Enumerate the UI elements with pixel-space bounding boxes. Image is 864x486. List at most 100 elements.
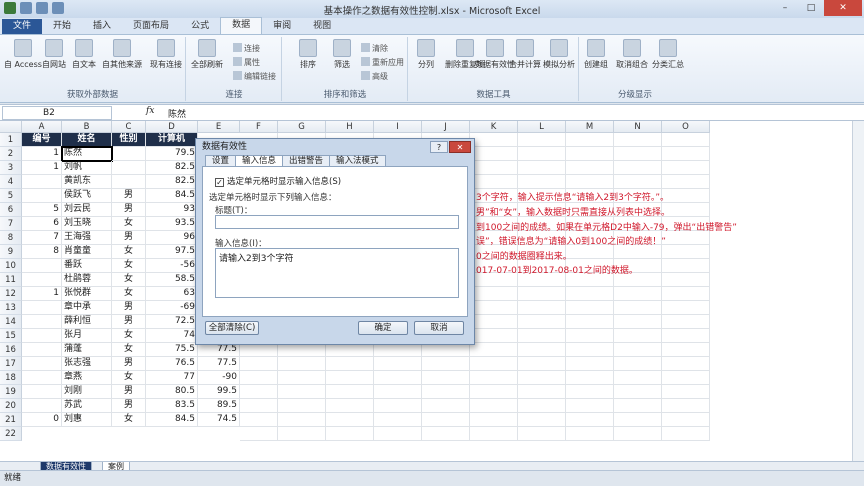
empty-cell[interactable]: [518, 371, 566, 385]
row-header[interactable]: 20: [0, 399, 22, 413]
subtotal-button[interactable]: 分类汇总: [652, 39, 684, 70]
empty-cell[interactable]: [470, 315, 518, 329]
header-cell[interactable]: 编号: [22, 133, 62, 147]
empty-cell[interactable]: [470, 133, 518, 147]
vertical-scrollbar[interactable]: [852, 121, 864, 461]
header-cell[interactable]: 姓名: [62, 133, 112, 147]
cell-id[interactable]: 1: [22, 147, 62, 161]
connections-button[interactable]: 连接: [233, 43, 260, 54]
empty-cell[interactable]: [566, 357, 614, 371]
empty-cell[interactable]: [566, 315, 614, 329]
empty-cell[interactable]: [518, 413, 566, 427]
empty-cell[interactable]: [662, 427, 710, 441]
cell-name[interactable]: 刘玉晓: [62, 217, 112, 231]
empty-cell[interactable]: [470, 385, 518, 399]
cell-id[interactable]: [22, 315, 62, 329]
empty-cell[interactable]: [566, 245, 614, 259]
cell-score[interactable]: 82.5: [146, 161, 198, 175]
close-button[interactable]: ✕: [824, 0, 862, 16]
empty-cell[interactable]: [662, 399, 710, 413]
cell-score[interactable]: 83.5: [146, 399, 198, 413]
empty-cell[interactable]: [374, 371, 422, 385]
cell-score[interactable]: 77: [146, 371, 198, 385]
cell-id[interactable]: 5: [22, 203, 62, 217]
empty-cell[interactable]: [566, 161, 614, 175]
empty-cell[interactable]: [470, 287, 518, 301]
empty-cell[interactable]: [566, 343, 614, 357]
column-header[interactable]: N: [614, 121, 662, 133]
cell-name[interactable]: 刘刚: [62, 385, 112, 399]
empty-cell[interactable]: [470, 175, 518, 189]
empty-cell[interactable]: [614, 301, 662, 315]
empty-cell[interactable]: [662, 371, 710, 385]
row-header[interactable]: 11: [0, 273, 22, 287]
tab-review[interactable]: 审阅: [262, 19, 302, 34]
empty-cell[interactable]: [326, 371, 374, 385]
empty-cell[interactable]: [518, 329, 566, 343]
empty-cell[interactable]: [518, 315, 566, 329]
cell-sex[interactable]: 女: [112, 273, 146, 287]
column-header[interactable]: O: [662, 121, 710, 133]
cell-name[interactable]: 肖童童: [62, 245, 112, 259]
cell-sex[interactable]: 女: [112, 343, 146, 357]
cell-sex[interactable]: 男: [112, 189, 146, 203]
cell-name[interactable]: 张悦群: [62, 287, 112, 301]
empty-cell[interactable]: [614, 287, 662, 301]
cell-score[interactable]: 93: [146, 203, 198, 217]
empty-cell[interactable]: [326, 413, 374, 427]
empty-cell[interactable]: [662, 301, 710, 315]
empty-cell[interactable]: [278, 413, 326, 427]
empty-cell[interactable]: [662, 231, 710, 245]
column-header[interactable]: A: [22, 121, 62, 133]
empty-cell[interactable]: [662, 413, 710, 427]
row-header[interactable]: 18: [0, 371, 22, 385]
empty-cell[interactable]: [374, 413, 422, 427]
cell-id[interactable]: [22, 357, 62, 371]
what-if-analysis-button[interactable]: 模拟分析: [543, 39, 575, 70]
empty-cell[interactable]: [566, 385, 614, 399]
empty-cell[interactable]: [422, 385, 470, 399]
minimize-button[interactable]: –: [772, 0, 798, 16]
empty-cell[interactable]: [566, 287, 614, 301]
empty-cell[interactable]: [422, 399, 470, 413]
cell-sex[interactable]: 男: [112, 315, 146, 329]
cell-score[interactable]: 84.5: [146, 189, 198, 203]
tab-home[interactable]: 开始: [42, 19, 82, 34]
refresh-all-button[interactable]: 全部刷新: [191, 39, 223, 70]
cell-id[interactable]: [22, 273, 62, 287]
empty-cell[interactable]: [518, 399, 566, 413]
empty-cell[interactable]: [422, 357, 470, 371]
existing-connections-button[interactable]: 现有连接: [150, 39, 182, 70]
empty-cell[interactable]: [240, 413, 278, 427]
cell-e[interactable]: 77.5: [198, 343, 240, 357]
from-web-button[interactable]: 自网站: [42, 39, 66, 70]
column-header[interactable]: F: [240, 121, 278, 133]
cell-id[interactable]: 0: [22, 413, 62, 427]
empty-cell[interactable]: [518, 161, 566, 175]
empty-cell[interactable]: [662, 175, 710, 189]
empty-cell[interactable]: [566, 371, 614, 385]
row-header[interactable]: 6: [0, 203, 22, 217]
empty-cell[interactable]: [278, 343, 326, 357]
advanced-button[interactable]: 高级: [361, 71, 388, 82]
cell-id[interactable]: [22, 301, 62, 315]
cell-id[interactable]: [22, 385, 62, 399]
empty-cell[interactable]: [240, 385, 278, 399]
empty-cell[interactable]: [614, 133, 662, 147]
empty-cell[interactable]: [566, 301, 614, 315]
column-header[interactable]: C: [112, 121, 146, 133]
row-header[interactable]: 8: [0, 231, 22, 245]
empty-cell[interactable]: [518, 175, 566, 189]
column-header[interactable]: D: [146, 121, 198, 133]
empty-cell[interactable]: [662, 315, 710, 329]
empty-cell[interactable]: [566, 399, 614, 413]
cell-e[interactable]: 77.5: [198, 357, 240, 371]
clear-all-button[interactable]: 全部清除(C): [205, 321, 259, 335]
cell-name[interactable]: 番跃: [62, 259, 112, 273]
row-header[interactable]: 1: [0, 133, 22, 147]
help-button[interactable]: ?: [430, 141, 448, 153]
row-header[interactable]: 7: [0, 217, 22, 231]
empty-cell[interactable]: [422, 343, 470, 357]
empty-cell[interactable]: [326, 427, 374, 441]
cell-sex[interactable]: 女: [112, 329, 146, 343]
